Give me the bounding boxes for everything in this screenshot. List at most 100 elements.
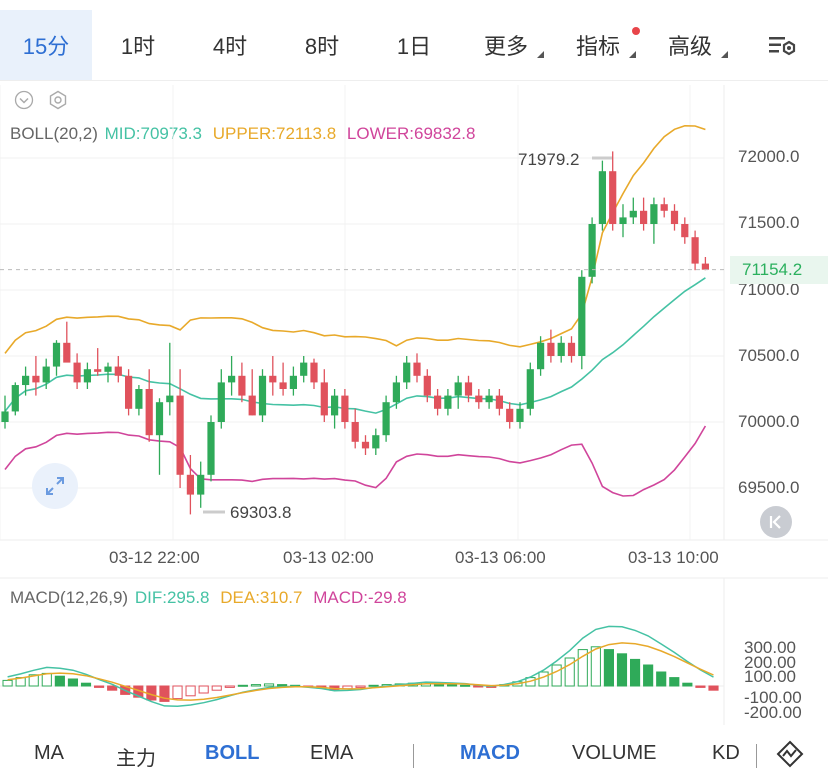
candle-body (670, 210, 679, 224)
macd-histogram-bar (172, 685, 183, 700)
candle-body (341, 395, 349, 422)
candle-body (691, 237, 699, 264)
price-axis-label: 69500.0 (738, 478, 800, 497)
candle-body (434, 395, 442, 409)
macd-histogram-bar (198, 685, 209, 694)
candle-body (475, 395, 483, 403)
candle-body (155, 402, 164, 436)
macd-histogram-bar (460, 684, 471, 687)
macd-histogram-bar (656, 671, 667, 687)
candle-body (52, 342, 61, 367)
indicator-macd[interactable]: MACD (460, 742, 520, 765)
macd-histogram-bar (2, 679, 13, 687)
indicator-ma[interactable]: MA (34, 742, 64, 765)
skip-to-end-icon (769, 515, 781, 529)
candle-body (588, 224, 596, 277)
candle-body (114, 366, 122, 376)
candle-body (454, 382, 462, 396)
drawing-tool-icon[interactable] (776, 740, 804, 768)
macd-histogram-bar (277, 684, 288, 687)
macd-histogram-bar (473, 685, 484, 688)
candle-body (444, 395, 452, 409)
time-axis-label: 03-12 22:00 (109, 548, 200, 567)
price-axis-label: 70500.0 (738, 346, 800, 365)
current-price-badge: 71154.2 (730, 256, 828, 284)
macd-histogram-bar (41, 672, 52, 687)
indicator-divider (756, 744, 757, 768)
candle-body (619, 217, 627, 224)
indicator-bar: MA 主力 BOLL EMA MACD VOLUME KD (0, 732, 828, 778)
candle-body (495, 395, 503, 409)
candle-body (289, 375, 297, 389)
candle-body (32, 375, 40, 383)
candle-body (63, 342, 71, 363)
price-axis-label: 71500.0 (738, 213, 800, 232)
macd-axis-label: -200.00 (744, 703, 802, 722)
macd-histogram-bar (224, 685, 235, 688)
macd-histogram-bar (669, 677, 680, 687)
macd-histogram-bar (590, 646, 601, 687)
candle-body (547, 342, 555, 356)
candle-body (650, 204, 658, 224)
candle-body (506, 408, 514, 422)
macd-histogram-bar (616, 653, 628, 687)
indicator-boll[interactable]: BOLL (205, 742, 259, 765)
candle-body (207, 422, 215, 475)
candle-body (197, 474, 205, 495)
indicator-main-force[interactable]: 主力 (116, 742, 156, 771)
macd-dea-value: DEA:310.7 (220, 588, 303, 607)
macd-dif-value: DIF:295.8 (134, 588, 210, 607)
expand-chart-button[interactable] (32, 463, 78, 509)
indicator-volume[interactable]: VOLUME (572, 742, 656, 765)
candle-body (279, 382, 287, 389)
candle-body (176, 395, 184, 475)
macd-histogram-bar (538, 671, 549, 687)
indicator-divider (413, 744, 414, 768)
candle-body (11, 385, 19, 412)
boll-upper-line (4, 124, 706, 354)
macd-histogram-bar (185, 685, 196, 697)
candle-body (228, 375, 236, 383)
macd-macd-value: MACD:-29.8 (313, 588, 407, 607)
macd-histogram-bar (237, 684, 248, 687)
boll-mid-line (4, 277, 706, 414)
macd-histogram-bar (263, 683, 275, 687)
macd-legend: MACD(12,26,9) DIF:295.8 DEA:310.7 MACD:-… (10, 588, 413, 608)
price-axis-label: 72000.0 (738, 147, 800, 166)
candle-body (186, 474, 194, 495)
candlestick-chart[interactable] (0, 0, 828, 782)
candle-body (258, 375, 267, 416)
candle-body (413, 362, 421, 376)
candle-body (1, 411, 9, 422)
candle-body (629, 210, 637, 218)
candle-body (526, 369, 534, 409)
macd-histogram-bar (211, 685, 222, 691)
candle-body (361, 441, 370, 449)
candle-body (557, 342, 565, 356)
macd-histogram-bar (67, 678, 79, 687)
macd-histogram-bar (355, 685, 366, 688)
candle-body (320, 382, 328, 416)
indicator-ema[interactable]: EMA (310, 742, 353, 765)
macd-histogram-bar (603, 649, 614, 687)
time-axis-label: 03-13 10:00 (628, 548, 719, 567)
indicator-kd[interactable]: KD (712, 742, 740, 765)
macd-histogram-bar (682, 682, 693, 687)
candle-body (238, 375, 246, 396)
macd-label: MACD(12,26,9) (10, 588, 129, 607)
macd-histogram-bar (80, 682, 92, 687)
candle-body (269, 375, 277, 383)
candle-body (22, 375, 30, 386)
candle-body (464, 382, 473, 396)
candle-body (73, 362, 81, 383)
candle-body (104, 366, 112, 372)
scroll-to-latest-button[interactable] (760, 506, 792, 538)
candle-body (423, 375, 431, 396)
candle-body (217, 382, 225, 422)
macd-histogram-bar (250, 684, 262, 687)
candle-body (248, 395, 256, 416)
macd-histogram-bar (695, 685, 706, 688)
candle-body (145, 389, 153, 436)
candle-body (537, 342, 545, 370)
expand-arrows-icon (46, 477, 64, 495)
